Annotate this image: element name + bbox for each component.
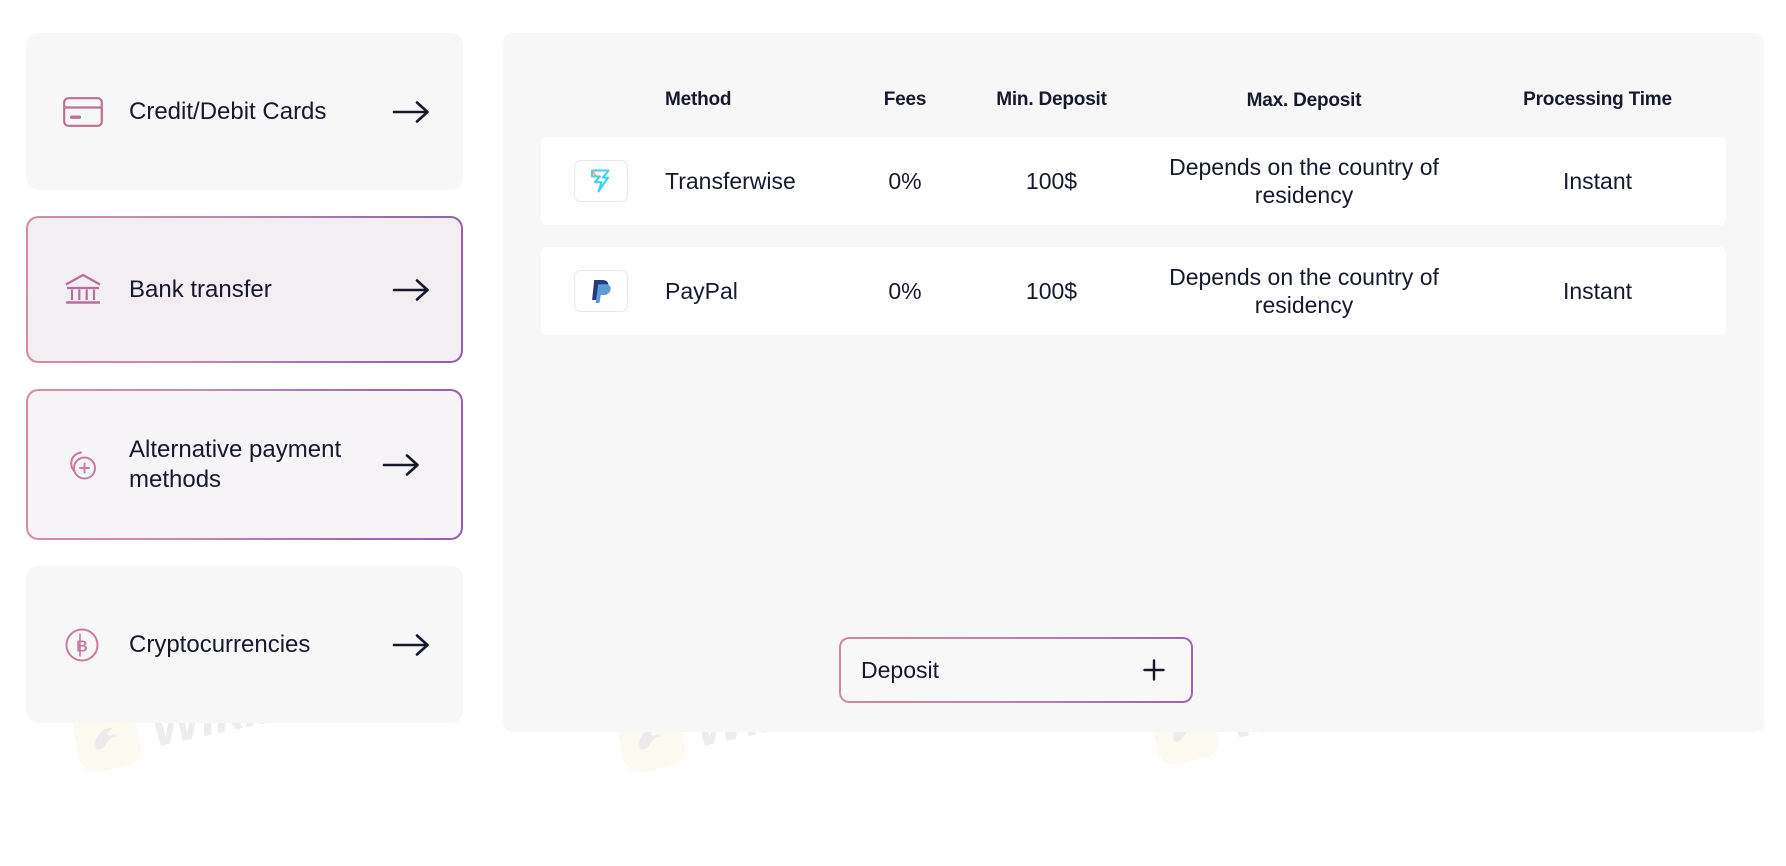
deposit-button[interactable]: Deposit — [839, 637, 1193, 703]
paypal-logo-icon — [574, 270, 628, 312]
payment-method-label: Cryptocurrencies — [129, 630, 389, 659]
table-cell-method: PayPal — [661, 278, 846, 305]
payment-methods-screen: WikiFX WikiFX WikiFX WikiFX WikiFX — [0, 0, 1786, 866]
table-cell-min-deposit: 100$ — [964, 278, 1139, 305]
plus-icon[interactable] — [1141, 657, 1167, 683]
table-cell-min-deposit: 100$ — [964, 168, 1139, 195]
table-cell-method: Transferwise — [661, 168, 846, 195]
deposit-methods-panel: Method Fees Min. Deposit Max. Deposit Pr… — [503, 33, 1764, 732]
payment-method-list: Credit/Debit Cards — [26, 33, 463, 749]
table-header-method: Method — [661, 89, 846, 111]
table-cell-processing-time: Instant — [1469, 278, 1726, 305]
deposit-button-label: Deposit — [861, 657, 1141, 684]
table-header-min-deposit: Min. Deposit — [964, 89, 1139, 111]
arrow-right-icon[interactable] — [389, 632, 435, 658]
alternative-payment-icon — [63, 446, 107, 484]
credit-card-icon — [63, 97, 107, 127]
payment-method-label: Bank transfer — [129, 275, 389, 304]
table-cell-logo — [541, 270, 661, 312]
bank-icon — [63, 272, 107, 308]
svg-text:B: B — [76, 638, 88, 655]
table-row[interactable]: Transferwise 0% 100$ Depends on the coun… — [541, 137, 1726, 225]
payment-method-card-alternative-payment-methods[interactable]: Alternative payment methods — [26, 389, 463, 540]
transferwise-logo-icon — [574, 160, 628, 202]
bitcoin-icon: B — [63, 626, 107, 664]
arrow-right-icon[interactable] — [379, 452, 425, 478]
table-header-max-deposit: Max. Deposit — [1139, 89, 1469, 112]
arrow-right-icon[interactable] — [389, 99, 435, 125]
table-cell-processing-time: Instant — [1469, 168, 1726, 195]
table-row[interactable]: PayPal 0% 100$ Depends on the country of… — [541, 247, 1726, 335]
table-header-row: Method Fees Min. Deposit Max. Deposit Pr… — [541, 33, 1726, 137]
deposit-methods-table: Method Fees Min. Deposit Max. Deposit Pr… — [541, 33, 1726, 357]
payment-method-label: Credit/Debit Cards — [129, 97, 389, 126]
payment-method-card-cryptocurrencies[interactable]: B Cryptocurrencies — [26, 566, 463, 723]
table-cell-fees: 0% — [846, 168, 964, 195]
table-header-processing-time: Processing Time — [1469, 89, 1726, 111]
table-cell-max-deposit: Depends on the country of residency — [1139, 153, 1469, 209]
payment-method-label: Alternative payment methods — [129, 435, 379, 494]
table-cell-logo — [541, 160, 661, 202]
payment-method-card-bank-transfer[interactable]: Bank transfer — [26, 216, 463, 363]
table-header-fees: Fees — [846, 89, 964, 111]
table-cell-max-deposit: Depends on the country of residency — [1139, 263, 1469, 319]
arrow-right-icon[interactable] — [389, 277, 435, 303]
payment-method-card-credit-debit-cards[interactable]: Credit/Debit Cards — [26, 33, 463, 190]
table-cell-fees: 0% — [846, 278, 964, 305]
